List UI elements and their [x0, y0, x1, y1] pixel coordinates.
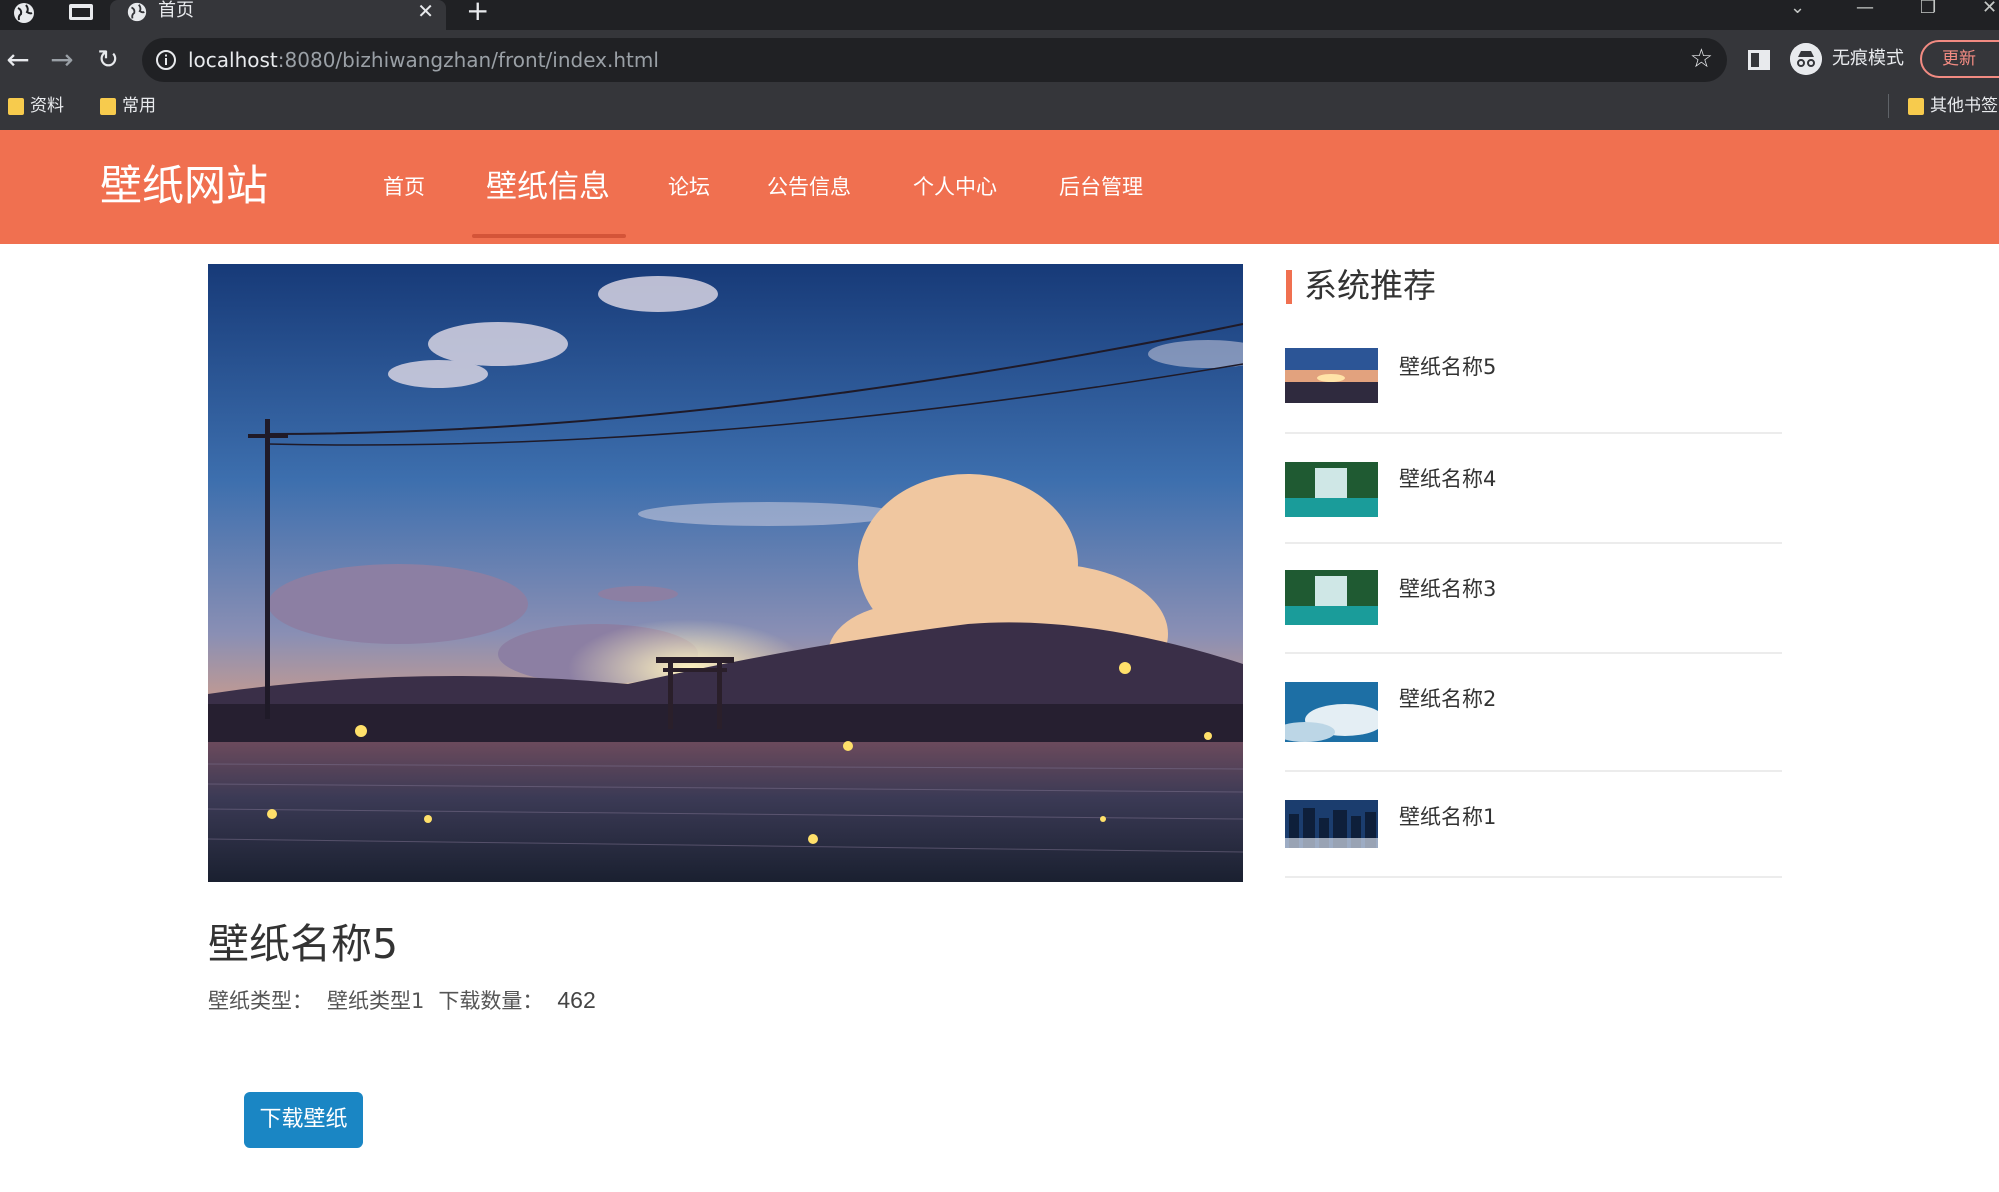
- thumbnail-sunset-field[interactable]: [1285, 348, 1378, 403]
- reload-icon[interactable]: ↻: [90, 42, 126, 78]
- recommend-item-name[interactable]: 壁纸名称2: [1399, 684, 1496, 714]
- minimize-icon[interactable]: —: [1856, 0, 1874, 16]
- recommend-item-name[interactable]: 壁纸名称1: [1399, 802, 1496, 832]
- thumbnail-waterfall[interactable]: [1285, 570, 1378, 625]
- new-tab-icon[interactable]: +: [466, 0, 489, 24]
- nav-item-announcements[interactable]: 公告信息: [767, 130, 851, 244]
- site-header: 壁纸网站 首页 壁纸信息 论坛 公告信息 个人中心 后台管理: [0, 130, 1999, 244]
- tab-title: 首页: [158, 0, 194, 24]
- bookmark-folder-other[interactable]: 其他书签: [1900, 90, 1998, 122]
- nav-item-wallpapers[interactable]: 壁纸信息: [486, 130, 610, 244]
- thumbnail-sky-clouds[interactable]: [1285, 682, 1378, 742]
- recommend-title: 系统推荐: [1304, 262, 1436, 310]
- bookmark-folder-changyong[interactable]: 常用: [92, 90, 156, 122]
- bookmark-folder-ziliao[interactable]: 资料: [0, 90, 64, 122]
- url-path: :8080/bizhiwangzhan/front/index.html: [278, 48, 659, 72]
- recommend-item[interactable]: 壁纸名称1: [1285, 772, 1782, 878]
- folder-icon: [1908, 98, 1924, 115]
- thumbnail-waterfall[interactable]: [1285, 462, 1378, 517]
- wallpaper-image: [208, 264, 1243, 882]
- browser-toolbar: ← → ↻ localhost:8080/bizhiwangzhan/front…: [0, 30, 1999, 90]
- favicon-globe-icon: [126, 1, 148, 23]
- update-button[interactable]: 更新: [1920, 40, 1999, 78]
- wallpaper-title: 壁纸名称5: [208, 914, 398, 974]
- folder-icon: [100, 98, 116, 115]
- recommend-item[interactable]: 壁纸名称2: [1285, 654, 1782, 772]
- tab-close-icon[interactable]: ✕: [417, 0, 434, 22]
- tab-list-chevron-icon[interactable]: ⌄: [1790, 0, 1805, 16]
- incognito-icon[interactable]: [1790, 43, 1822, 75]
- tab-search-icon[interactable]: [68, 2, 94, 22]
- url-host: localhost: [188, 48, 278, 72]
- bookmark-star-icon[interactable]: ☆: [1690, 44, 1713, 74]
- nav-item-home[interactable]: 首页: [383, 130, 425, 244]
- nav-item-forum[interactable]: 论坛: [668, 130, 710, 244]
- address-url[interactable]: localhost:8080/bizhiwangzhan/front/index…: [188, 38, 659, 82]
- nav-item-profile[interactable]: 个人中心: [913, 130, 997, 244]
- download-wallpaper-button[interactable]: 下载壁纸: [244, 1092, 363, 1148]
- incognito-label: 无痕模式: [1832, 46, 1904, 72]
- globe-icon[interactable]: [12, 1, 36, 25]
- type-value: 壁纸类型1: [327, 989, 424, 1013]
- downloads-value: 462: [557, 987, 595, 1013]
- thumbnail-city-night[interactable]: [1285, 800, 1378, 848]
- site-logo[interactable]: 壁纸网站: [100, 158, 268, 214]
- recommend-item[interactable]: 壁纸名称5: [1285, 348, 1782, 434]
- address-bar[interactable]: localhost:8080/bizhiwangzhan/front/index…: [142, 38, 1727, 82]
- recommend-item[interactable]: 壁纸名称4: [1285, 434, 1782, 544]
- folder-icon: [8, 98, 24, 115]
- window-close-icon[interactable]: ✕: [1982, 0, 1997, 16]
- site-info-icon[interactable]: [154, 48, 178, 72]
- side-panel-icon[interactable]: [1748, 50, 1770, 70]
- bookmark-label: 常用: [122, 96, 156, 116]
- back-arrow-icon[interactable]: ←: [0, 42, 36, 78]
- bookmarks-divider: [1888, 94, 1889, 118]
- forward-arrow-icon[interactable]: →: [44, 42, 80, 78]
- type-label: 壁纸类型：: [208, 989, 313, 1013]
- recommend-item-name[interactable]: 壁纸名称4: [1399, 464, 1496, 494]
- nav-active-underline: [472, 234, 626, 238]
- recommend-item-name[interactable]: 壁纸名称3: [1399, 574, 1496, 604]
- browser-tab-bar: 首页 ✕ + ⌄ — ❐ ✕: [0, 0, 1999, 30]
- bookmark-label: 其他书签: [1930, 96, 1998, 116]
- bookmark-label: 资料: [30, 96, 64, 116]
- browser-tab-home[interactable]: 首页 ✕: [110, 0, 446, 30]
- restore-icon[interactable]: ❐: [1920, 0, 1936, 16]
- bookmarks-bar: 资料 常用 其他书签: [0, 90, 1999, 130]
- nav-item-admin[interactable]: 后台管理: [1059, 130, 1143, 244]
- recommend-accent-bar: [1286, 270, 1292, 304]
- downloads-label: 下载数量：: [438, 989, 543, 1013]
- recommend-item[interactable]: 壁纸名称3: [1285, 544, 1782, 654]
- recommend-item-name[interactable]: 壁纸名称5: [1399, 352, 1496, 382]
- wallpaper-meta: 壁纸类型： 壁纸类型1 下载数量： 462: [208, 984, 610, 1016]
